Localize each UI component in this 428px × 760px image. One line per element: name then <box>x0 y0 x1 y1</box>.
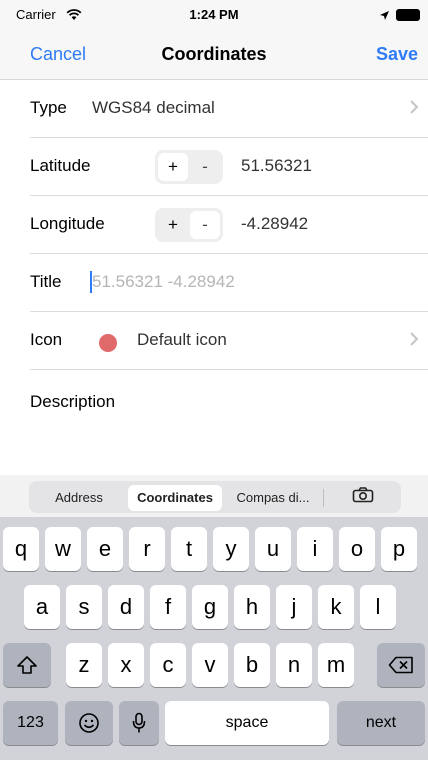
camera-icon <box>352 486 374 512</box>
nav-bar: Cancel Coordinates Save <box>0 30 428 80</box>
backspace-icon <box>377 643 425 687</box>
longitude-minus-button[interactable]: - <box>190 211 220 239</box>
chevron-right-icon <box>410 332 419 351</box>
battery-icon <box>396 9 420 21</box>
key-k[interactable]: k <box>318 585 354 629</box>
key-w[interactable]: w <box>45 527 81 571</box>
dictation-key[interactable] <box>119 701 159 745</box>
key-o[interactable]: o <box>339 527 375 571</box>
input-accessory-bar: Address Coordinates Compas di... <box>0 475 428 517</box>
key-t[interactable]: t <box>171 527 207 571</box>
status-time: 1:24 PM <box>189 7 239 22</box>
description-row[interactable]: Description <box>0 370 428 428</box>
key-f[interactable]: f <box>150 585 186 629</box>
chevron-right-icon <box>410 100 419 119</box>
key-z[interactable]: z <box>66 643 102 687</box>
key-s[interactable]: s <box>66 585 102 629</box>
description-label: Description <box>30 392 116 411</box>
shift-icon <box>3 643 51 687</box>
keyboard: q w e r t y u i o p a s d f g h j k l z … <box>0 517 428 760</box>
key-d[interactable]: d <box>108 585 144 629</box>
longitude-plus-button[interactable]: + <box>158 211 188 239</box>
longitude-sign-toggle[interactable]: + - <box>155 208 223 242</box>
key-b[interactable]: b <box>234 643 270 687</box>
longitude-row: Longitude + - -4.28942 <box>0 196 428 254</box>
key-r[interactable]: r <box>129 527 165 571</box>
key-v[interactable]: v <box>192 643 228 687</box>
latitude-field[interactable]: 51.56321 <box>241 156 312 176</box>
longitude-field[interactable]: -4.28942 <box>241 214 308 234</box>
key-q[interactable]: q <box>3 527 39 571</box>
key-h[interactable]: h <box>234 585 270 629</box>
key-x[interactable]: x <box>108 643 144 687</box>
latitude-label: Latitude <box>30 156 91 175</box>
key-i[interactable]: i <box>297 527 333 571</box>
input-mode-segmented-control: Address Coordinates Compas di... <box>29 481 401 513</box>
status-bar: Carrier 1:24 PM <box>0 0 428 30</box>
emoji-icon <box>65 701 113 745</box>
title-label: Title <box>30 272 62 291</box>
key-y[interactable]: y <box>213 527 249 571</box>
latitude-row: Latitude + - 51.56321 <box>0 138 428 196</box>
latitude-minus-button[interactable]: - <box>190 153 220 181</box>
key-n[interactable]: n <box>276 643 312 687</box>
type-label: Type <box>30 98 67 117</box>
key-u[interactable]: u <box>255 527 291 571</box>
coordinates-form: Type WGS84 decimal Latitude + - 51.56321… <box>0 80 428 475</box>
segment-compass[interactable]: Compas di... <box>225 485 321 511</box>
latitude-sign-toggle[interactable]: + - <box>155 150 223 184</box>
segment-address[interactable]: Address <box>35 485 123 511</box>
key-p[interactable]: p <box>381 527 417 571</box>
type-value: WGS84 decimal <box>92 98 215 117</box>
key-g[interactable]: g <box>192 585 228 629</box>
shift-key[interactable] <box>3 643 51 687</box>
icon-row[interactable]: Icon Default icon <box>0 312 428 370</box>
microphone-icon <box>119 701 159 745</box>
icon-label: Icon <box>30 330 63 349</box>
default-icon-swatch <box>99 334 117 352</box>
key-l[interactable]: l <box>360 585 396 629</box>
key-e[interactable]: e <box>87 527 123 571</box>
key-c[interactable]: c <box>150 643 186 687</box>
type-row[interactable]: Type WGS84 decimal <box>0 80 428 138</box>
numbers-key[interactable]: 123 <box>3 701 58 745</box>
next-key[interactable]: next <box>337 701 425 745</box>
save-button[interactable]: Save <box>376 44 418 65</box>
delete-key[interactable] <box>377 643 425 687</box>
title-row: Title 51.56321 -4.28942 <box>0 254 428 312</box>
segment-coordinates[interactable]: Coordinates <box>128 485 222 511</box>
key-a[interactable]: a <box>24 585 60 629</box>
page-title: Coordinates <box>161 44 267 64</box>
title-input[interactable]: 51.56321 -4.28942 <box>92 272 235 292</box>
longitude-label: Longitude <box>30 214 105 233</box>
icon-value: Default icon <box>137 330 227 349</box>
key-j[interactable]: j <box>276 585 312 629</box>
segment-camera[interactable] <box>331 485 395 511</box>
latitude-plus-button[interactable]: + <box>158 153 188 181</box>
key-m[interactable]: m <box>318 643 354 687</box>
space-key[interactable]: space <box>165 701 329 745</box>
emoji-key[interactable] <box>65 701 113 745</box>
location-arrow-icon <box>379 8 390 26</box>
